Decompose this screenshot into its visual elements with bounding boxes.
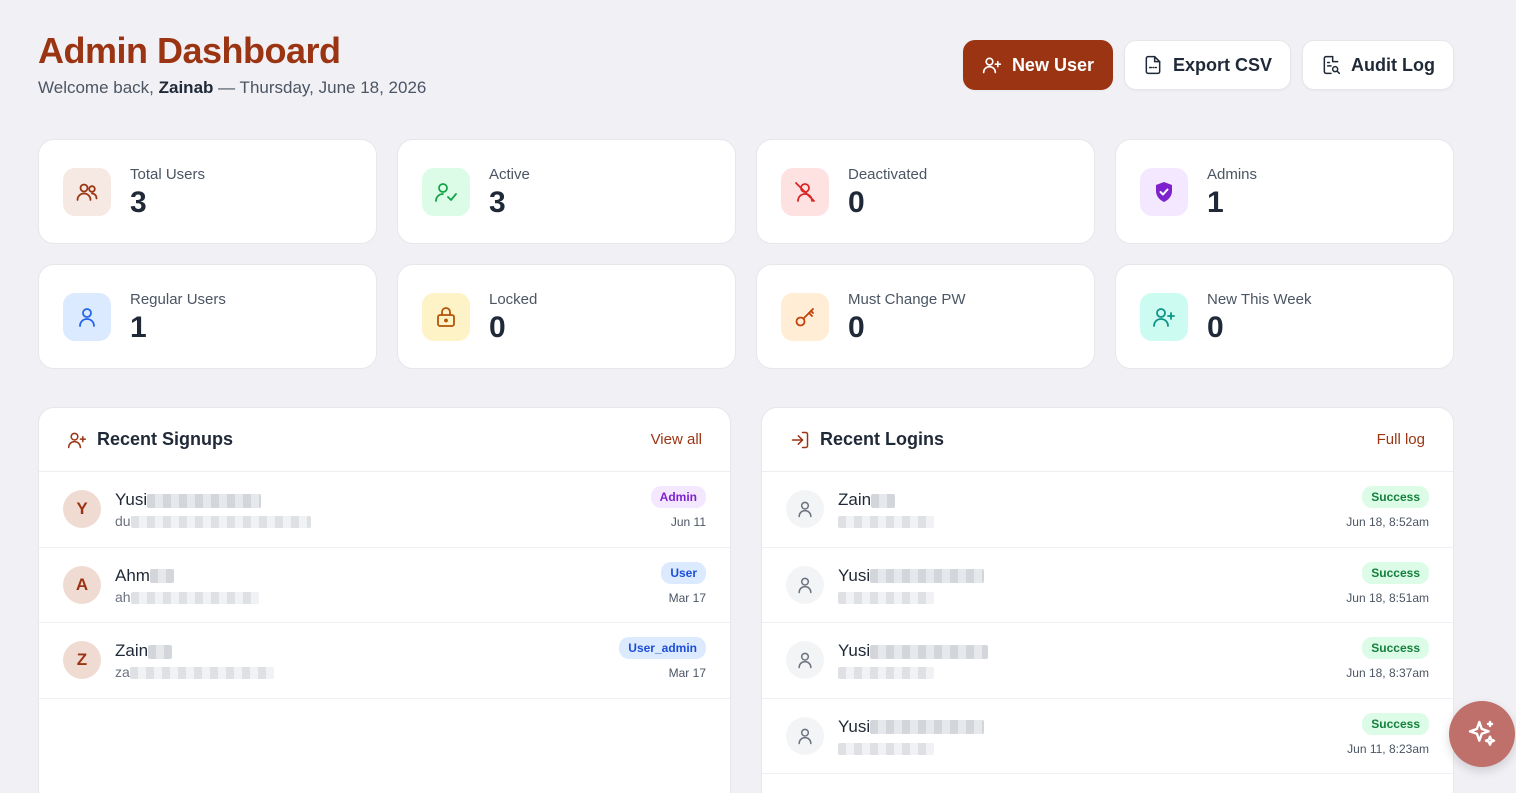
stat-locked: Locked 0 (397, 264, 736, 369)
signup-date: Jun 11 (670, 515, 706, 529)
user-icon (798, 577, 812, 593)
recent-signups-title: Recent Signups (97, 429, 234, 449)
stat-must-change-pw: Must Change PW 0 (756, 264, 1095, 369)
user-name: Yusi (838, 565, 871, 585)
user-name: Yusi (115, 490, 148, 509)
redacted-text (147, 493, 262, 508)
redacted-text (149, 569, 174, 584)
avatar: Y (63, 490, 101, 528)
users-icon (76, 183, 98, 201)
redacted-ip (838, 591, 934, 604)
avatar (786, 565, 824, 604)
role-badge: User_admin (619, 637, 706, 659)
welcome-text: Welcome back, Zainab — Thursday, June 18… (38, 78, 427, 97)
file-search-icon (1323, 55, 1341, 75)
redacted-text (129, 667, 274, 680)
ai-assistant-button[interactable] (1449, 701, 1515, 767)
signup-row[interactable]: Z Zain za User_admin Mar 17 (39, 623, 730, 699)
redacted-ip (838, 516, 934, 529)
login-date: Jun 18, 8:37am (1346, 666, 1429, 680)
avatar (786, 641, 824, 679)
login-date: Jun 18, 8:52am (1346, 515, 1429, 529)
user-icon (798, 728, 812, 744)
user-x-icon (795, 182, 815, 202)
login-row[interactable]: Yusi Success Jun 18, 8:51am (762, 548, 1453, 623)
user-email: du (115, 513, 131, 529)
shield-check-icon (1156, 182, 1172, 202)
avatar (786, 490, 824, 528)
log-in-icon (791, 431, 809, 448)
redacted-text (130, 516, 311, 529)
status-badge: Success (1362, 637, 1429, 659)
redacted-ip (838, 667, 934, 680)
signup-row[interactable]: Y Yusi du Admin Jun 11 (39, 472, 730, 548)
user-name: Ahm (115, 565, 150, 585)
role-badge: Admin (650, 486, 706, 508)
avatar: Z (63, 641, 101, 679)
status-badge: Success (1362, 561, 1429, 584)
user-name: Yusi (838, 716, 871, 736)
user-icon (798, 501, 812, 518)
redacted-text (870, 569, 985, 584)
recent-logins-title: Recent Logins (820, 429, 945, 449)
status-badge: Success (1362, 486, 1429, 508)
recent-signups-panel: Recent Signups View all Y Yusi du Admin … (38, 407, 731, 793)
page-title: Admin Dashboard (38, 30, 341, 71)
page-header: Admin Dashboard Welcome back, Zainab — T… (38, 30, 426, 98)
current-user-name: Zainab (158, 78, 214, 97)
lock-icon (437, 307, 455, 327)
header-actions: New User Export CSV Audit Log (962, 40, 1454, 90)
sparkles-icon (1468, 720, 1496, 746)
stat-admins: Admins 1 (1115, 139, 1454, 244)
file-csv-icon (1145, 55, 1161, 75)
stat-total-users: Total Users 3 (38, 139, 377, 244)
signup-row[interactable]: A Ahm ah User Mar 17 (39, 548, 730, 623)
user-name: Zain (115, 641, 149, 660)
login-date: Jun 18, 8:51am (1346, 590, 1429, 605)
redacted-text (148, 644, 173, 659)
stat-new-this-week: New This Week 0 (1115, 264, 1454, 369)
login-row[interactable]: Zain Success Jun 18, 8:52am (762, 472, 1453, 548)
recent-logins-panel: Recent Logins Full log Zain Success Jun … (761, 407, 1454, 793)
login-row[interactable]: Yusi Success Jun 18, 8:37am (762, 623, 1453, 699)
user-plus-icon (67, 432, 87, 448)
redacted-text (870, 720, 985, 735)
redacted-text (871, 493, 896, 508)
user-name: Yusi (838, 641, 871, 660)
user-name: Zain (838, 490, 872, 509)
signup-date: Mar 17 (668, 666, 706, 680)
view-all-link[interactable]: View all (651, 431, 702, 448)
stat-active: Active 3 (397, 139, 736, 244)
redacted-ip (838, 742, 934, 755)
key-icon (795, 308, 814, 327)
login-date: Jun 11, 8:23am (1347, 741, 1429, 756)
new-user-button[interactable]: New User (962, 40, 1113, 90)
audit-log-button[interactable]: Audit Log (1302, 40, 1454, 90)
user-plus-icon (982, 57, 1002, 74)
redacted-text (130, 591, 259, 604)
redacted-text (870, 644, 989, 659)
login-row[interactable]: Yusi Success Jun 11, 8:23am (762, 699, 1453, 774)
user-icon (798, 652, 812, 669)
full-log-link[interactable]: Full log (1377, 431, 1425, 448)
status-badge: Success (1362, 712, 1429, 735)
signup-date: Mar 17 (668, 590, 706, 605)
user-plus-icon (1153, 308, 1175, 327)
user-icon (79, 308, 95, 327)
stat-regular-users: Regular Users 1 (38, 264, 377, 369)
export-csv-button[interactable]: Export CSV (1123, 40, 1292, 90)
recent-signups-header: Recent Signups View all (39, 408, 730, 472)
avatar (786, 716, 824, 755)
avatar: A (63, 565, 101, 604)
user-check-icon (435, 183, 457, 202)
user-email: ah (115, 588, 131, 605)
stat-deactivated: Deactivated 0 (756, 139, 1095, 244)
recent-logins-header: Recent Logins Full log (762, 408, 1453, 472)
role-badge: User (661, 561, 706, 584)
stats-grid: Total Users 3 Active 3 Deactivated 0 Adm… (38, 139, 1455, 369)
user-email: za (115, 664, 130, 680)
